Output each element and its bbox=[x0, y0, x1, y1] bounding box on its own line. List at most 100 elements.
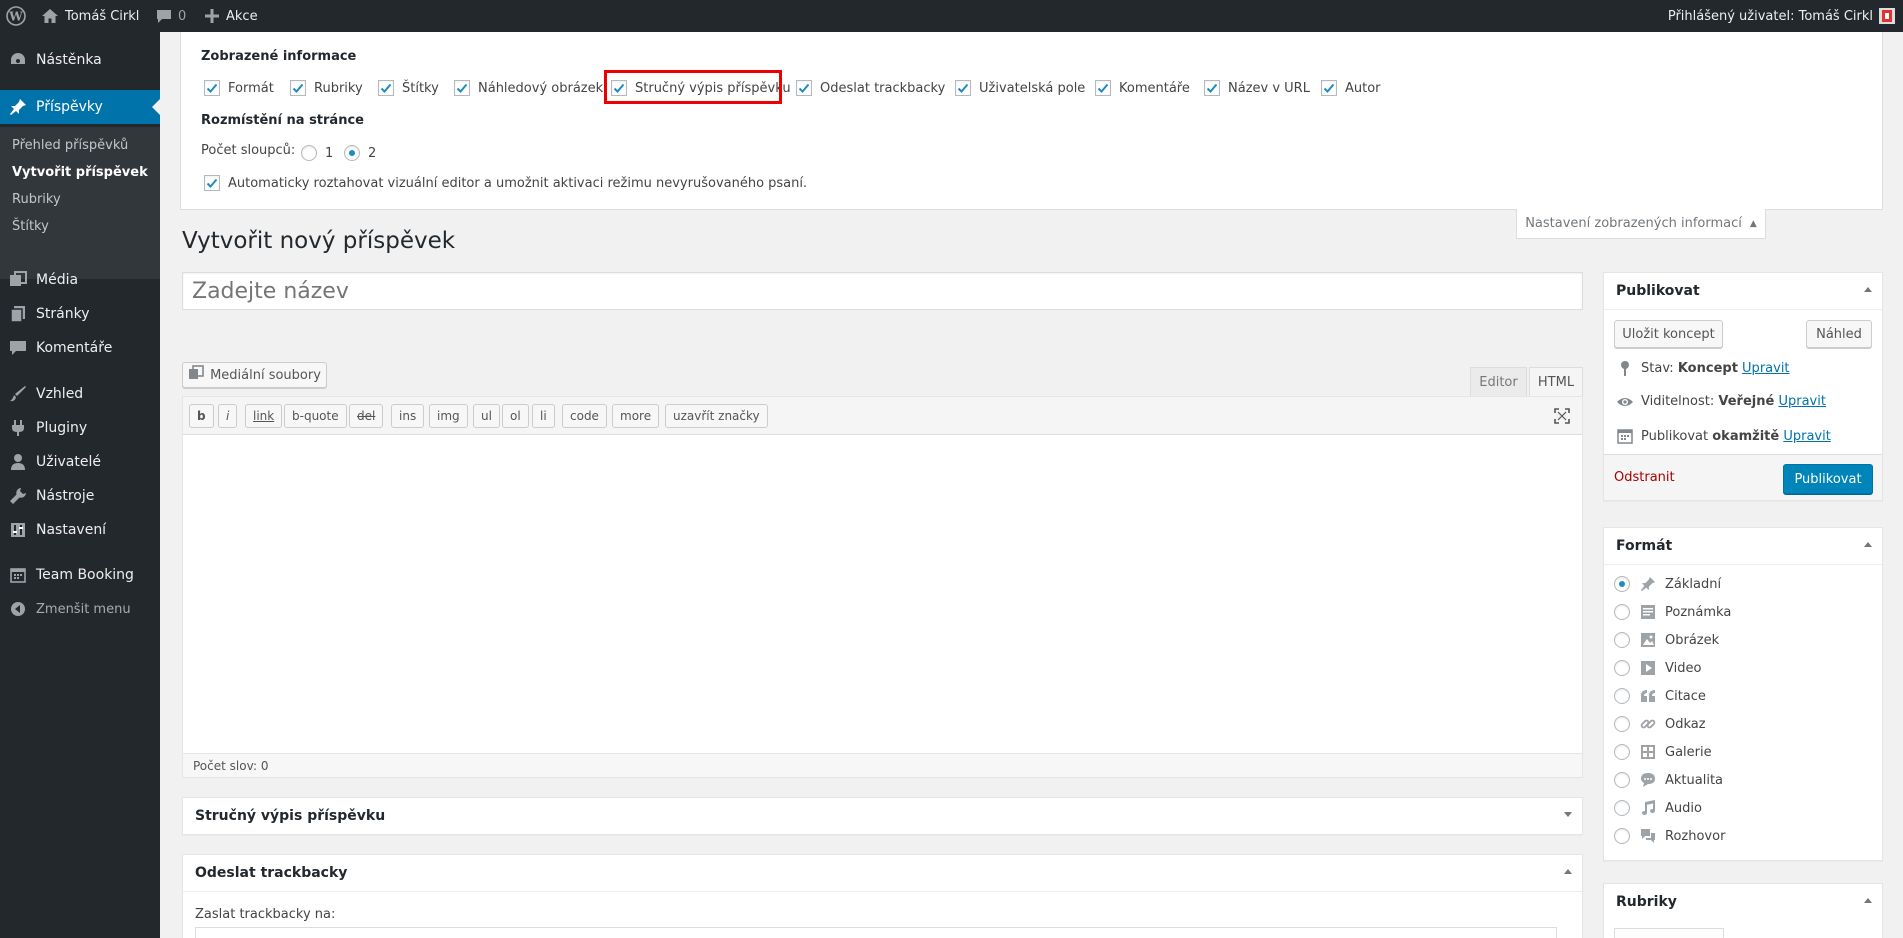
user-avatar[interactable] bbox=[1879, 0, 1895, 32]
save-draft-button[interactable]: Uložit koncept bbox=[1614, 320, 1723, 348]
categories-metabox-title[interactable]: Rubriky bbox=[1616, 884, 1677, 920]
checkbox-author[interactable]: Autor bbox=[1321, 80, 1381, 96]
radio-columns-1[interactable]: 1 bbox=[301, 145, 333, 161]
format-option-image[interactable]: Obrázek bbox=[1614, 632, 1719, 648]
chevron-up-icon[interactable] bbox=[1564, 869, 1572, 874]
sidebar-item-media[interactable]: Média bbox=[0, 263, 160, 297]
sidebar-item-plugins[interactable]: Pluginy bbox=[0, 411, 160, 445]
qt-link-button[interactable]: link bbox=[245, 404, 283, 428]
checkbox-checked-icon[interactable] bbox=[1204, 80, 1220, 96]
edit-visibility-link[interactable]: Upravit bbox=[1778, 394, 1825, 409]
format-option-chat[interactable]: Rozhovor bbox=[1614, 828, 1725, 844]
format-option-audio[interactable]: Audio bbox=[1614, 800, 1702, 816]
edit-status-link[interactable]: Upravit bbox=[1742, 361, 1789, 376]
format-option-link[interactable]: Odkaz bbox=[1614, 716, 1706, 732]
sidebar-item-users[interactable]: Uživatelé bbox=[0, 445, 160, 479]
radio-unchecked-icon[interactable] bbox=[1614, 716, 1630, 732]
radio-unchecked-icon[interactable] bbox=[1614, 772, 1630, 788]
format-option-standard[interactable]: Základní bbox=[1614, 576, 1721, 592]
checkbox-categories[interactable]: Rubriky bbox=[290, 80, 363, 96]
radio-unchecked-icon[interactable] bbox=[1614, 828, 1630, 844]
checkbox-checked-icon[interactable] bbox=[290, 80, 306, 96]
publish-metabox-title[interactable]: Publikovat bbox=[1616, 273, 1700, 309]
submenu-categories[interactable]: Rubriky bbox=[12, 192, 61, 207]
sidebar-item-appearance[interactable]: Vzhled bbox=[0, 377, 160, 411]
format-metabox-title[interactable]: Formát bbox=[1616, 528, 1672, 564]
checkbox-checked-icon[interactable] bbox=[454, 80, 470, 96]
checkbox-editor-expand[interactable]: Automaticky roztahovat vizuální editor a… bbox=[204, 175, 807, 191]
trackbacks-input[interactable] bbox=[195, 927, 1557, 938]
format-option-quote[interactable]: Citace bbox=[1614, 688, 1706, 704]
edit-schedule-link[interactable]: Upravit bbox=[1783, 429, 1830, 444]
post-content-textarea[interactable] bbox=[183, 436, 1582, 753]
trackbacks-metabox-title[interactable]: Odeslat trackbacky bbox=[195, 855, 347, 891]
checkbox-checked-icon[interactable] bbox=[1321, 80, 1337, 96]
delete-link[interactable]: Odstranit bbox=[1614, 470, 1675, 485]
qt-ul-button[interactable]: ul bbox=[473, 404, 500, 428]
radio-unchecked-icon[interactable] bbox=[1614, 660, 1630, 676]
radio-unchecked-icon[interactable] bbox=[1614, 604, 1630, 620]
publish-button[interactable]: Publikovat bbox=[1783, 464, 1873, 494]
sidebar-item-dashboard[interactable]: Nástěnka bbox=[0, 43, 160, 77]
checkbox-comments[interactable]: Komentáře bbox=[1095, 80, 1190, 96]
checkbox-featured-image[interactable]: Náhledový obrázek bbox=[454, 80, 603, 96]
chevron-up-icon[interactable] bbox=[1864, 542, 1872, 547]
qt-bold-button[interactable]: b bbox=[189, 404, 214, 428]
sidebar-item-posts[interactable]: Příspěvky bbox=[0, 90, 160, 124]
sidebar-item-settings[interactable]: Nastavení bbox=[0, 513, 160, 547]
format-option-aside[interactable]: Poznámka bbox=[1614, 604, 1731, 620]
sidebar-item-team-booking[interactable]: Team Booking bbox=[0, 558, 160, 592]
checkbox-trackbacks[interactable]: Odeslat trackbacky bbox=[796, 80, 945, 96]
radio-unchecked-icon[interactable] bbox=[1614, 632, 1630, 648]
qt-more-button[interactable]: more bbox=[612, 404, 660, 428]
radio-checked-icon[interactable] bbox=[1614, 576, 1630, 592]
checkbox-slug[interactable]: Název v URL bbox=[1204, 80, 1310, 96]
fullscreen-icon[interactable] bbox=[1554, 408, 1570, 428]
checkbox-checked-icon[interactable] bbox=[204, 80, 220, 96]
tab-visual-editor[interactable]: Editor bbox=[1470, 367, 1527, 397]
chevron-down-icon[interactable] bbox=[1564, 812, 1572, 817]
radio-columns-2[interactable]: 2 bbox=[344, 145, 376, 161]
my-account-greeting[interactable]: Přihlášený uživatel: Tomáš Cirkl bbox=[1668, 0, 1873, 32]
new-content-menu[interactable]: Akce bbox=[205, 0, 258, 32]
submenu-add-new[interactable]: Vytvořit příspěvek bbox=[12, 165, 148, 180]
radio-unchecked-icon[interactable] bbox=[1614, 744, 1630, 760]
qt-img-button[interactable]: img bbox=[429, 404, 468, 428]
add-media-button[interactable]: Mediální soubory bbox=[182, 362, 327, 388]
format-option-video[interactable]: Video bbox=[1614, 660, 1701, 676]
screen-options-toggle-tab[interactable]: Nastavení zobrazených informací ▲ bbox=[1516, 209, 1766, 239]
checkbox-tags[interactable]: Štítky bbox=[378, 80, 439, 96]
checkbox-checked-icon[interactable] bbox=[955, 80, 971, 96]
qt-li-button[interactable]: li bbox=[532, 404, 555, 428]
checkbox-checked-icon[interactable] bbox=[796, 80, 812, 96]
qt-blockquote-button[interactable]: b-quote bbox=[284, 404, 347, 428]
sidebar-item-comments[interactable]: Komentáře bbox=[0, 331, 160, 365]
wordpress-logo-icon[interactable]: W bbox=[6, 0, 28, 32]
chevron-up-icon[interactable] bbox=[1864, 287, 1872, 292]
site-name-link[interactable]: Tomáš Cirkl bbox=[42, 0, 139, 32]
radio-unchecked-icon[interactable] bbox=[1614, 688, 1630, 704]
excerpt-metabox-title[interactable]: Stručný výpis příspěvku bbox=[195, 798, 385, 834]
preview-button[interactable]: Náhled bbox=[1806, 320, 1872, 348]
qt-code-button[interactable]: code bbox=[562, 404, 607, 428]
qt-ins-button[interactable]: ins bbox=[391, 404, 425, 428]
checkbox-checked-icon[interactable] bbox=[204, 175, 220, 191]
submenu-all-posts[interactable]: Přehled příspěvků bbox=[12, 138, 128, 153]
qt-del-button[interactable]: del bbox=[349, 404, 384, 428]
radio-unchecked-icon[interactable] bbox=[301, 145, 317, 161]
categories-tab-all[interactable] bbox=[1614, 928, 1724, 938]
sidebar-item-tools[interactable]: Nástroje bbox=[0, 479, 160, 513]
qt-close-tags-button[interactable]: uzavřít značky bbox=[665, 404, 768, 428]
checkbox-checked-icon[interactable] bbox=[1095, 80, 1111, 96]
checkbox-format[interactable]: Formát bbox=[204, 80, 274, 96]
format-option-gallery[interactable]: Galerie bbox=[1614, 744, 1712, 760]
format-option-status[interactable]: Aktualita bbox=[1614, 772, 1723, 788]
sidebar-item-pages[interactable]: Stránky bbox=[0, 297, 160, 331]
qt-ol-button[interactable]: ol bbox=[502, 404, 529, 428]
post-title-input[interactable] bbox=[182, 272, 1583, 310]
radio-checked-icon[interactable] bbox=[344, 145, 360, 161]
checkbox-custom-fields[interactable]: Uživatelská pole bbox=[955, 80, 1085, 96]
submenu-tags[interactable]: Štítky bbox=[12, 219, 49, 234]
radio-unchecked-icon[interactable] bbox=[1614, 800, 1630, 816]
comments-link[interactable]: 0 bbox=[156, 0, 186, 32]
